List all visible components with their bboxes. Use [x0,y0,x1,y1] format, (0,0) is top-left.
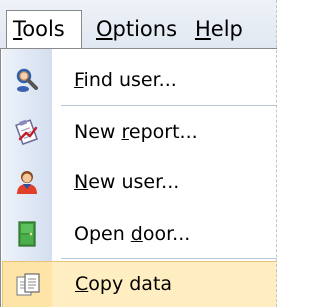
menu-tools[interactable]: Tools [6,10,82,48]
menu-options[interactable]: Options [90,10,183,48]
menu-options-mnemonic: O [96,17,113,41]
menu-help[interactable]: Help [189,10,249,48]
menu-help-mnemonic: H [195,17,211,41]
open-door-icon [14,221,40,247]
copy-data-icon [15,272,41,298]
menu-help-label: elp [210,17,243,41]
menu-item-new-report[interactable]: New report... [2,107,277,157]
menu-item-new-user-label: New user... [74,171,180,193]
menu-item-open-door-label: Open door... [74,223,191,245]
crop-edge [276,0,277,307]
new-report-icon [14,119,40,146]
menu-separator [61,258,277,259]
menu-tools-mnemonic: T [13,17,23,41]
menu-item-find-user[interactable]: Find user... [2,55,277,105]
tools-dropdown-menu: Find user... New report... New user... O… [0,48,277,307]
menu-item-find-user-label: Find user... [74,69,177,91]
menu-item-open-door[interactable]: Open door... [2,209,277,259]
menu-tools-label: ools [22,17,65,41]
app-window: Tools Options Help Find user... New repo… [0,0,277,307]
find-user-icon [14,67,40,93]
menu-item-new-user[interactable]: New user... [2,157,277,207]
menu-item-new-report-label: New report... [74,121,198,143]
new-user-icon [14,169,40,195]
menu-options-label: ptions [112,17,178,41]
menu-item-copy-data[interactable]: Copy data [2,261,277,307]
menu-item-copy-data-label: Copy data [75,273,173,295]
menu-separator [61,105,277,106]
